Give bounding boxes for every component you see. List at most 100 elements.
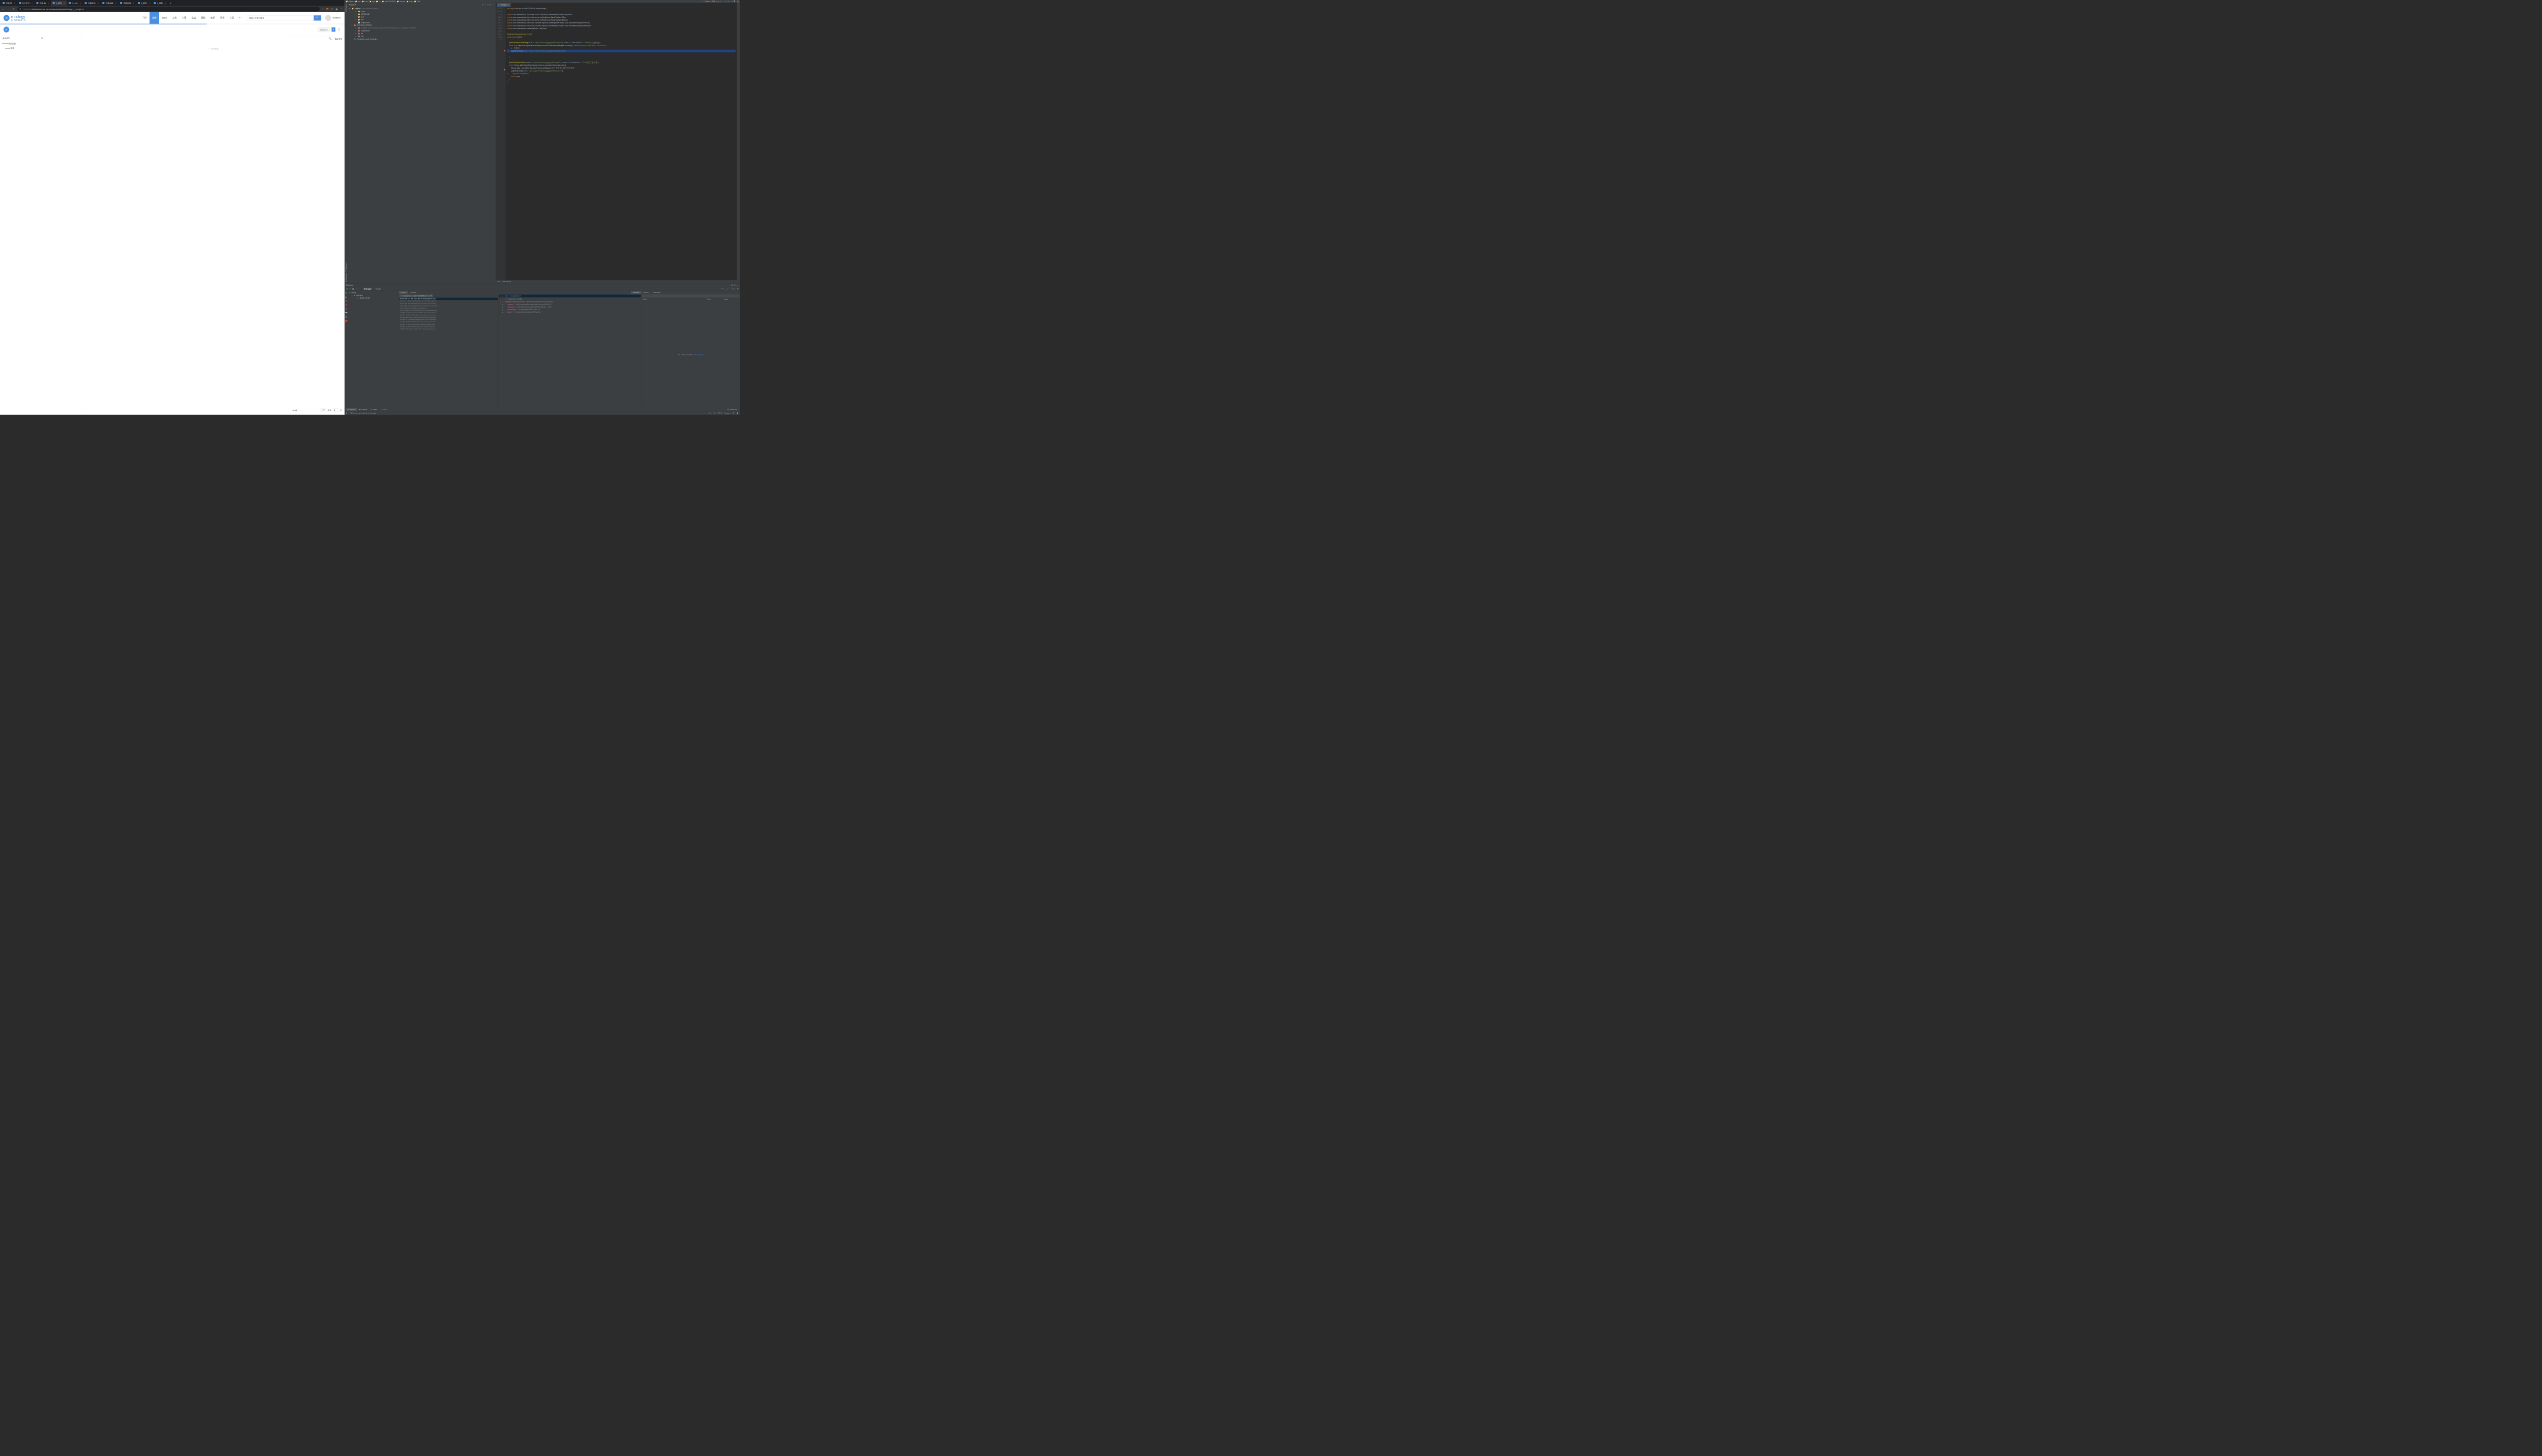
bottom-tab-todo[interactable]: ☑TODO bbox=[379, 408, 389, 411]
sidebar-search[interactable]: 全部类型 🔍 bbox=[1, 36, 81, 40]
batch-submit-button[interactable]: 批量提交 bbox=[318, 27, 330, 32]
browser-tab[interactable]: 泛微-协 × bbox=[35, 1, 51, 6]
nav-more[interactable]: ▾ bbox=[236, 12, 243, 24]
browser-tab[interactable]: 泛微在线 × bbox=[118, 1, 136, 6]
stop-icon[interactable]: ■ bbox=[726, 1, 727, 3]
gear-icon[interactable]: ⚙ bbox=[490, 4, 491, 6]
breakpoints-icon[interactable]: ● bbox=[346, 304, 347, 306]
pager-prev-button[interactable]: ‹ bbox=[304, 408, 308, 412]
thread-dump-icon[interactable]: 📷 bbox=[345, 312, 348, 315]
step-into-icon[interactable]: ↓ bbox=[724, 288, 725, 290]
breakpoint-icon[interactable] bbox=[504, 69, 505, 70]
browser-tab[interactable]: 泛微在线 × bbox=[83, 1, 100, 6]
code-area[interactable]: package com.api.cs.test20200529.service.… bbox=[506, 7, 737, 280]
sidebar-tree-item[interactable]: ▾ ecode测试类型 bbox=[1, 41, 81, 46]
bottom-tab-spring[interactable]: ✿Spring bbox=[369, 408, 379, 411]
content-search[interactable]: 🔍 bbox=[287, 37, 333, 41]
back-icon[interactable]: ← bbox=[2, 8, 5, 11]
nav-item-9[interactable]: 人员 bbox=[227, 12, 237, 24]
close-icon[interactable]: × bbox=[64, 2, 65, 5]
nav-item-2[interactable]: demo bbox=[159, 12, 170, 24]
reload-icon[interactable]: ⟳ bbox=[12, 8, 15, 11]
hide-icon[interactable]: — bbox=[493, 4, 494, 6]
rerun-icon[interactable]: ⟳ bbox=[345, 292, 347, 295]
inspector-icon[interactable]: 👤 bbox=[733, 412, 735, 414]
thread-select[interactable]: ✓ "resin-port-8…main": RUNNING▾ ↑ ↓ ▼ bbox=[399, 295, 433, 297]
overhead-tab[interactable]: Overhead bbox=[651, 291, 662, 294]
mute-bp-icon[interactable]: ⊘ bbox=[345, 308, 347, 311]
nav-item-0[interactable]: 门户 bbox=[140, 12, 149, 24]
event-log-tab[interactable]: 🗒 Event Log bbox=[726, 408, 739, 411]
editor-tab-test[interactable]: © Test.java × bbox=[497, 3, 510, 6]
step-out-icon[interactable]: ↑ bbox=[729, 288, 730, 290]
close-icon[interactable]: × bbox=[133, 2, 134, 5]
url-input[interactable]: ⓘ 127.0.0.1:8886/wui/index.html#/main/wo… bbox=[17, 7, 320, 11]
browser-tab[interactable]: EIM计划 × bbox=[17, 1, 34, 6]
lock-icon[interactable]: 🔒 bbox=[737, 412, 739, 414]
close-icon[interactable]: × bbox=[165, 2, 166, 5]
nav-crumb[interactable]: 📁cs bbox=[376, 1, 381, 3]
browser-tab[interactable]: 6_蓝色 × bbox=[51, 1, 67, 6]
bottom-tab-terminal[interactable]: ▣Terminal bbox=[357, 408, 369, 411]
browser-tab[interactable]: 泛微-协 × bbox=[1, 1, 17, 6]
run-config-select[interactable]: 🐞 Resin 4.0.58 ▾ bbox=[703, 1, 716, 3]
variable-row[interactable]: ▸ f apiUrl = "/api/workflow/reqlist/spli… bbox=[499, 311, 641, 313]
list-view-icon[interactable]: ☰ bbox=[337, 27, 341, 32]
close-icon[interactable]: × bbox=[80, 2, 81, 5]
variables-tab[interactable]: Variables bbox=[631, 291, 642, 294]
server-tab[interactable]: Server bbox=[374, 287, 382, 290]
status-item[interactable]: 16:1 bbox=[709, 412, 712, 414]
sidebar-tree-item[interactable]: ecode测试 bbox=[1, 46, 81, 50]
debug-icon[interactable]: 🐞 bbox=[720, 1, 722, 3]
nav-crumb[interactable]: 📁impl bbox=[407, 1, 413, 3]
nav-crumb[interactable]: 📁service bbox=[397, 1, 405, 3]
update-icon[interactable]: ⟲ bbox=[728, 1, 730, 3]
select-opened-icon[interactable]: ⊕ bbox=[482, 4, 483, 6]
memory-search-input[interactable] bbox=[642, 294, 740, 297]
nav-item-8[interactable]: 日程 bbox=[218, 12, 227, 24]
browser-tab[interactable]: 6_蓝色 × bbox=[152, 1, 168, 6]
run-icon[interactable]: ▶ bbox=[718, 1, 719, 3]
force-step-into-icon[interactable]: ⇣ bbox=[727, 288, 728, 290]
content-search-input[interactable] bbox=[288, 38, 328, 40]
close-icon[interactable]: × bbox=[14, 2, 15, 5]
debugger-tab[interactable]: Debugger bbox=[362, 287, 373, 290]
profile-icon[interactable]: ◉ bbox=[335, 8, 338, 11]
filter-icon[interactable]: ▼ bbox=[349, 288, 351, 290]
favorites-tool-tab[interactable]: 2: Favorites bbox=[345, 272, 347, 283]
settings-icon[interactable]: ▣ bbox=[737, 1, 739, 3]
page-size-select[interactable]: 10 ▾ bbox=[321, 408, 326, 412]
bookmark-icon[interactable]: ☆ bbox=[322, 8, 324, 11]
pin-icon[interactable]: 📌 bbox=[345, 320, 348, 323]
close-icon[interactable]: × bbox=[48, 2, 49, 5]
settings-icon[interactable]: ⚙ bbox=[345, 316, 347, 319]
ext-icon-1[interactable]: ⬒ bbox=[326, 8, 329, 11]
status-item[interactable]: 4 spaces bbox=[724, 412, 731, 414]
user-menu[interactable]: 系统管理员 bbox=[325, 15, 341, 20]
build-icon[interactable]: ↙ bbox=[700, 1, 702, 3]
git-icon[interactable]: ⎇ bbox=[731, 1, 733, 3]
collapse-all-icon[interactable]: ⇲ bbox=[487, 4, 489, 6]
bottom-tab-services[interactable]: ⚙Services bbox=[346, 408, 357, 411]
close-icon[interactable]: × bbox=[98, 2, 99, 5]
menu-icon[interactable]: ⋮ bbox=[340, 8, 343, 11]
close-icon[interactable]: × bbox=[115, 2, 116, 5]
project-tree-item[interactable]: 📎 Scratches and Consoles bbox=[348, 38, 496, 40]
nav-item-3[interactable]: 工资 bbox=[170, 12, 179, 24]
nav-crumb[interactable]: 📁test20200529 bbox=[382, 1, 395, 3]
expand-all-icon[interactable]: ✦ bbox=[485, 4, 486, 6]
nav-item-4[interactable]: 人事 bbox=[179, 12, 189, 24]
browser-tab[interactable]: 泛微在线 × bbox=[101, 1, 118, 6]
close-icon[interactable]: × bbox=[508, 4, 509, 6]
pager-first-button[interactable]: « bbox=[298, 408, 302, 412]
close-icon[interactable]: × bbox=[32, 2, 33, 5]
group-icon[interactable]: ▦ bbox=[352, 288, 354, 290]
services-tree-item[interactable]: 🐞 Resin 4.0.58 bbox=[349, 297, 398, 299]
status-item[interactable]: UTF-8 bbox=[717, 412, 722, 414]
project-view-select[interactable]: Project ▾ bbox=[349, 4, 356, 6]
gear-icon[interactable]: ⚙ bbox=[734, 284, 736, 286]
browser-tab[interactable]: 6_蓝色 × bbox=[136, 1, 152, 6]
pager-next-button[interactable]: › bbox=[310, 408, 314, 412]
resume-icon[interactable]: ▶ bbox=[345, 296, 347, 299]
crumb-method[interactable]: beforeTest() bbox=[502, 281, 511, 282]
